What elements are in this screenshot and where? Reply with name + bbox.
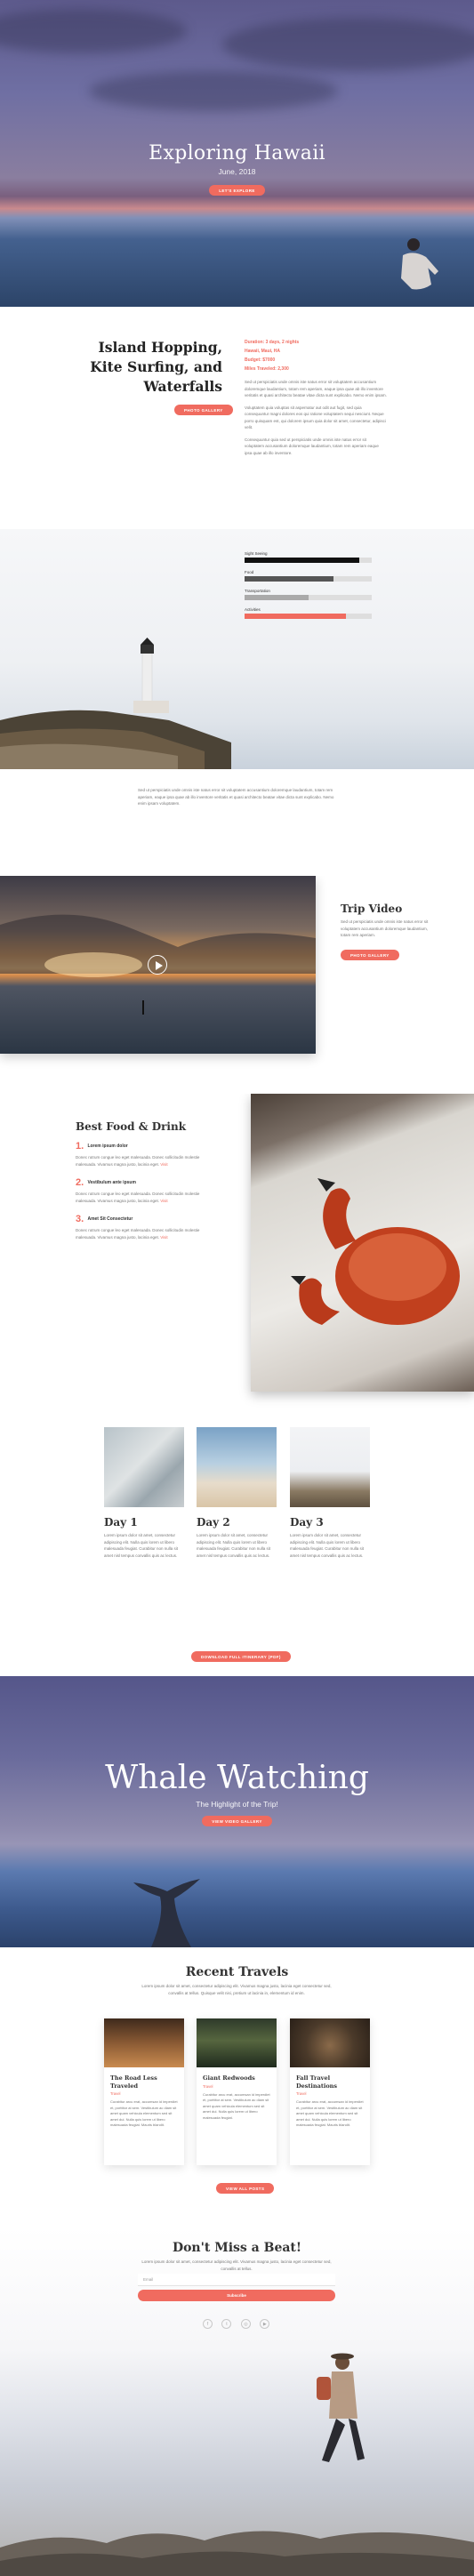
post-card[interactable]: The Road Less Traveled Travel Curabitur … bbox=[104, 2018, 184, 2165]
budget-bars: Sight Seeing Food Transportation Activit… bbox=[245, 551, 372, 626]
list-item: 1. Lorem ipsum dolor Donec rutrum congue… bbox=[76, 1140, 200, 1167]
hero-section: Exploring Hawaii June, 2018 Let's Explor… bbox=[0, 0, 474, 307]
visit-link[interactable]: Visit bbox=[160, 1199, 167, 1203]
visit-link[interactable]: Visit bbox=[160, 1235, 167, 1240]
day-card: Day 2 Lorem ipsum dolor sit amet, consec… bbox=[197, 1427, 277, 1559]
post-image bbox=[197, 2018, 277, 2067]
photo-gallery-button[interactable]: Photo Gallery bbox=[174, 405, 233, 415]
download-itinerary-button[interactable]: Download Full Itinerary (PDF) bbox=[191, 1651, 291, 1662]
day-card: Day 1 Lorem ipsum dolor sit amet, consec… bbox=[104, 1427, 184, 1559]
surfer-figure bbox=[401, 238, 438, 290]
whale-text: Whale Watching The Highlight of the Trip… bbox=[0, 1761, 474, 1827]
info-section: Sed ut perspiciatis unde omnis iste natu… bbox=[0, 769, 474, 876]
list-item: 3. Amet Sit Consectetur Donec rutrum con… bbox=[76, 1213, 200, 1240]
cloud-shape bbox=[222, 18, 474, 71]
day-card: Day 3 Lorem ipsum dolor sit amet, consec… bbox=[290, 1427, 370, 1559]
detail-location: Hawaii, Maui, HA bbox=[245, 349, 281, 354]
food-section: Best Food & Drink 1. Lorem ipsum dolor D… bbox=[0, 1094, 474, 1409]
hero-text: Exploring Hawaii June, 2018 Let's Explor… bbox=[0, 142, 474, 197]
cloud-shape bbox=[0, 9, 187, 53]
detail-duration: Duration: 3 days, 2 nights bbox=[245, 340, 300, 345]
info-paragraph: Sed ut perspiciatis unde omnis iste natu… bbox=[138, 788, 334, 806]
rocks-shape bbox=[0, 2531, 474, 2576]
whale-section: Whale Watching The Highlight of the Trip… bbox=[0, 1676, 474, 1947]
hero-title: Exploring Hawaii bbox=[149, 142, 325, 165]
bar-activities: Activities bbox=[245, 607, 372, 619]
bar-fill bbox=[245, 595, 309, 600]
intro-paragraph: Voluptatem quia voluptas sit aspernatur … bbox=[245, 405, 386, 430]
recent-travels-section: Recent Travels Lorem ipsum dolor sit ame… bbox=[0, 1947, 474, 2227]
cloud-shape bbox=[89, 71, 338, 111]
recent-title: Recent Travels bbox=[185, 1965, 289, 1979]
bar-sight-seeing: Sight Seeing bbox=[245, 551, 372, 563]
bar-fill bbox=[245, 558, 359, 563]
visit-link[interactable]: Visit bbox=[160, 1162, 167, 1167]
day-photo bbox=[290, 1427, 370, 1507]
lighthouse-scene bbox=[0, 638, 231, 769]
whale-title: Whale Watching bbox=[105, 1760, 369, 1796]
recent-intro: Lorem ipsum dolor sit amet, consectetur … bbox=[141, 1984, 332, 1995]
day-photo bbox=[104, 1427, 184, 1507]
post-card[interactable]: Fall Travel Destinations Travel Curabitu… bbox=[290, 2018, 370, 2165]
video-text: Sed ut perspiciatis unde omnis iste natu… bbox=[341, 919, 429, 937]
list-item: 2. Vestibulum ante ipsum Donec rutrum co… bbox=[76, 1176, 200, 1203]
itinerary-section: Day 1 Lorem ipsum dolor sit amet, consec… bbox=[0, 1409, 474, 1676]
bar-transportation: Transportation bbox=[245, 589, 372, 600]
bar-fill bbox=[245, 614, 347, 619]
video-gallery-button[interactable]: Photo Gallery bbox=[341, 950, 399, 960]
crab-photo bbox=[251, 1094, 474, 1392]
trip-details: Duration: 3 days, 2 nights Hawaii, Maui,… bbox=[245, 338, 387, 456]
food-title: Best Food & Drink bbox=[76, 1120, 187, 1133]
explore-button[interactable]: Let's Explore bbox=[209, 185, 265, 196]
intro-paragraph: Sed ut perspiciatis unde omnis iste natu… bbox=[245, 380, 387, 397]
intro-paragraph: Consequuntur quia sed ut perspiciatis un… bbox=[245, 437, 379, 455]
day-photo bbox=[197, 1427, 277, 1507]
bar-food: Food bbox=[245, 570, 372, 582]
newsletter-section: Don't Miss a Beat! Lorem ipsum dolor sit… bbox=[0, 2227, 474, 2576]
video-title: Trip Video bbox=[341, 903, 403, 915]
post-image bbox=[104, 2018, 184, 2067]
whale-subtitle: The Highlight of the Trip! bbox=[196, 1800, 278, 1809]
video-section: Trip Video Sed ut perspiciatis unde omni… bbox=[0, 876, 474, 1094]
view-all-posts-button[interactable]: View All Posts bbox=[216, 2183, 275, 2194]
lighthouse-section: Sight Seeing Food Transportation Activit… bbox=[0, 529, 474, 769]
bar-fill bbox=[245, 576, 334, 582]
crab-shape bbox=[291, 1178, 460, 1325]
post-card[interactable]: Giant Redwoods Travel Curabitur arcu era… bbox=[197, 2018, 277, 2165]
post-image bbox=[290, 2018, 370, 2067]
detail-miles: Miles Traveled: 2,300 bbox=[245, 366, 289, 372]
intro-section: Island Hopping, Kite Surfing, and Waterf… bbox=[0, 307, 474, 529]
whale-video-button[interactable]: View Video Gallery bbox=[202, 1816, 272, 1826]
play-icon[interactable] bbox=[148, 955, 167, 975]
intro-title: Island Hopping, Kite Surfing, and Waterf… bbox=[90, 339, 222, 395]
detail-budget: Budget: $7000 bbox=[245, 357, 276, 363]
hero-subtitle: June, 2018 bbox=[218, 167, 256, 176]
trip-video[interactable] bbox=[0, 876, 316, 1054]
food-list: 1. Lorem ipsum dolor Donec rutrum congue… bbox=[76, 1138, 218, 1248]
